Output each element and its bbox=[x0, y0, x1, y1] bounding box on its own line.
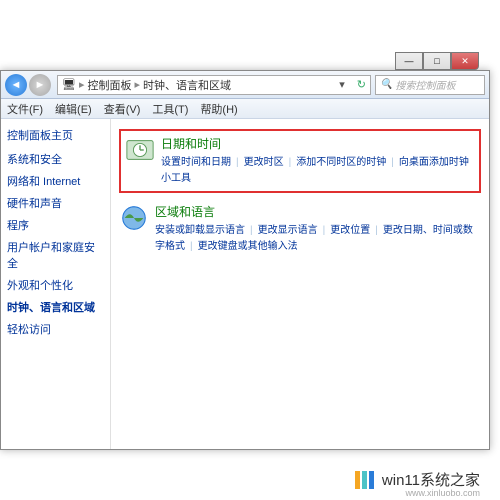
breadcrumb-root[interactable]: 控制面板 bbox=[88, 77, 132, 93]
search-icon: 🔍 bbox=[380, 79, 392, 90]
link-separator: | bbox=[289, 157, 292, 168]
nav-back-button[interactable]: ◄ bbox=[5, 74, 27, 96]
link-separator: | bbox=[391, 157, 394, 168]
section-links: 设置时间和日期|更改时区|添加不同时区的时钟|向桌面添加时钟小工具 bbox=[161, 155, 475, 187]
refresh-button[interactable]: ↻ bbox=[350, 78, 366, 91]
menu-help[interactable]: 帮助(H) bbox=[200, 101, 237, 117]
sidebar-item[interactable]: 时钟、语言和区域 bbox=[7, 299, 104, 315]
content-area: 控制面板主页 系统和安全网络和 Internet 硬件和声音程序用户帐户和家庭安全… bbox=[1, 119, 489, 449]
section-title[interactable]: 区域和语言 bbox=[155, 203, 481, 220]
footer: win11系统之家 www.xinluobo.com bbox=[355, 469, 480, 490]
link-separator: | bbox=[375, 225, 378, 236]
menu-tools[interactable]: 工具(T) bbox=[152, 101, 188, 117]
section-link[interactable]: 安装或卸载显示语言 bbox=[155, 225, 245, 236]
link-separator: | bbox=[250, 225, 253, 236]
main-panel: 日期和时间设置时间和日期|更改时区|添加不同时区的时钟|向桌面添加时钟小工具区域… bbox=[111, 119, 489, 449]
sidebar-item[interactable]: 硬件和声音 bbox=[7, 195, 104, 211]
category-section: 区域和语言安装或卸载显示语言|更改显示语言|更改位置|更改日期、时间或数字格式|… bbox=[119, 203, 481, 255]
window-controls: — □ ✕ bbox=[395, 52, 479, 70]
globe-icon bbox=[119, 203, 149, 233]
section-link[interactable]: 添加不同时区的时钟 bbox=[296, 157, 386, 168]
search-placeholder: 搜索控制面板 bbox=[395, 77, 455, 92]
control-panel-window: — □ ✕ ◄ ► 🖥 ▸ 控制面板 ▸ 时钟、语言和区域 ▾ ↻ 🔍 搜索控制… bbox=[0, 70, 490, 450]
sidebar-title[interactable]: 控制面板主页 bbox=[7, 127, 104, 143]
titlebar: ◄ ► 🖥 ▸ 控制面板 ▸ 时钟、语言和区域 ▾ ↻ 🔍 搜索控制面板 bbox=[1, 71, 489, 99]
menu-view[interactable]: 查看(V) bbox=[104, 101, 141, 117]
section-link[interactable]: 更改键盘或其他输入法 bbox=[198, 241, 298, 252]
section-links: 安装或卸载显示语言|更改显示语言|更改位置|更改日期、时间或数字格式|更改键盘或… bbox=[155, 223, 481, 255]
section-link[interactable]: 更改位置 bbox=[330, 225, 370, 236]
breadcrumb-current[interactable]: 时钟、语言和区域 bbox=[143, 77, 231, 93]
section-link[interactable]: 设置时间和日期 bbox=[161, 157, 231, 168]
sidebar: 控制面板主页 系统和安全网络和 Internet 硬件和声音程序用户帐户和家庭安全… bbox=[1, 119, 111, 449]
breadcrumb-dropdown[interactable]: ▾ bbox=[334, 78, 350, 91]
menu-edit[interactable]: 编辑(E) bbox=[55, 101, 92, 117]
breadcrumb-sep: ▸ bbox=[79, 78, 85, 91]
clock-icon bbox=[125, 135, 155, 165]
sidebar-item[interactable]: 网络和 Internet bbox=[7, 173, 104, 189]
sidebar-item[interactable]: 外观和个性化 bbox=[7, 277, 104, 293]
minimize-button[interactable]: — bbox=[395, 52, 423, 70]
sidebar-item[interactable]: 轻松访问 bbox=[7, 321, 104, 337]
footer-sub: www.xinluobo.com bbox=[405, 488, 480, 498]
maximize-button[interactable]: □ bbox=[423, 52, 451, 70]
link-separator: | bbox=[323, 225, 326, 236]
link-separator: | bbox=[236, 157, 239, 168]
section-body: 区域和语言安装或卸载显示语言|更改显示语言|更改位置|更改日期、时间或数字格式|… bbox=[155, 203, 481, 255]
sidebar-item[interactable]: 用户帐户和家庭安全 bbox=[7, 239, 104, 271]
footer-text: win11系统之家 bbox=[382, 469, 480, 490]
menubar: 文件(F) 编辑(E) 查看(V) 工具(T) 帮助(H) bbox=[1, 99, 489, 119]
breadcrumb[interactable]: 🖥 ▸ 控制面板 ▸ 时钟、语言和区域 ▾ ↻ bbox=[57, 75, 371, 95]
menu-file[interactable]: 文件(F) bbox=[7, 101, 43, 117]
breadcrumb-sep: ▸ bbox=[135, 78, 141, 91]
section-link[interactable]: 更改显示语言 bbox=[258, 225, 318, 236]
search-input[interactable]: 🔍 搜索控制面板 bbox=[375, 75, 485, 95]
sidebar-item[interactable]: 程序 bbox=[7, 217, 104, 233]
close-button[interactable]: ✕ bbox=[451, 52, 479, 70]
footer-logo bbox=[355, 471, 374, 489]
section-link[interactable]: 更改时区 bbox=[244, 157, 284, 168]
section-body: 日期和时间设置时间和日期|更改时区|添加不同时区的时钟|向桌面添加时钟小工具 bbox=[161, 135, 475, 187]
section-title[interactable]: 日期和时间 bbox=[161, 135, 475, 152]
nav-forward-button[interactable]: ► bbox=[29, 74, 51, 96]
link-separator: | bbox=[190, 241, 193, 252]
sidebar-item[interactable]: 系统和安全 bbox=[7, 151, 104, 167]
category-section: 日期和时间设置时间和日期|更改时区|添加不同时区的时钟|向桌面添加时钟小工具 bbox=[119, 129, 481, 193]
breadcrumb-root-icon: 🖥 bbox=[62, 78, 76, 91]
